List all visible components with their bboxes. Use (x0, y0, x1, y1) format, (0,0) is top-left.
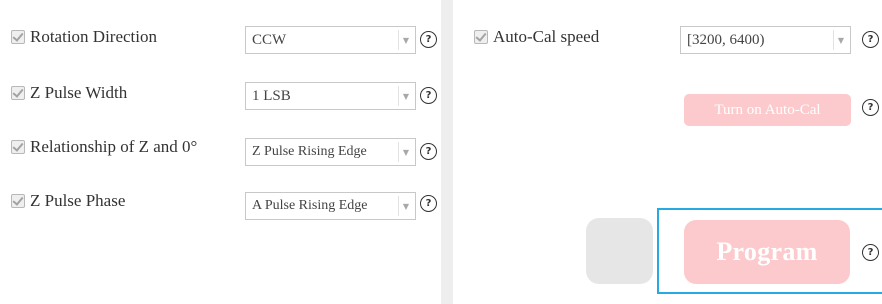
z-pulse-phase-select[interactable]: A Pulse Rising Edge ▼ (245, 192, 416, 220)
z-pulse-width-checkbox[interactable]: Z Pulse Width (11, 83, 127, 103)
rotation-direction-help-icon[interactable]: ? (420, 31, 437, 48)
caret-down-icon: ▼ (398, 196, 413, 216)
settings-panel: Rotation Direction CCW ▼ ? Z Pulse Width… (0, 0, 882, 304)
relationship-z-0-help-icon[interactable]: ? (420, 143, 437, 160)
blank-action-button[interactable] (586, 218, 653, 284)
program-help-icon[interactable]: ? (862, 244, 879, 261)
relationship-z-0-checkbox[interactable]: Relationship of Z and 0° (11, 137, 197, 157)
z-pulse-phase-label: Z Pulse Phase (30, 191, 126, 210)
z-pulse-width-help-icon[interactable]: ? (420, 87, 437, 104)
z-pulse-phase-checkbox[interactable]: Z Pulse Phase (11, 191, 125, 211)
rotation-direction-value: CCW (252, 31, 287, 48)
caret-down-icon: ▼ (398, 86, 413, 106)
rotation-direction-checkbox[interactable]: Rotation Direction (11, 27, 157, 47)
caret-down-icon: ▼ (398, 30, 413, 50)
autocal-speed-label: Auto-Cal speed (493, 27, 600, 46)
caret-down-icon: ▼ (398, 142, 413, 162)
checkbox-checked-icon[interactable] (11, 140, 25, 154)
autocal-speed-value: [3200, 6400) (687, 31, 765, 48)
relationship-z-0-label: Relationship of Z and 0° (30, 137, 198, 156)
column-divider (441, 0, 453, 304)
autocal-speed-select[interactable]: [3200, 6400) ▼ (680, 26, 851, 54)
z-pulse-width-select[interactable]: 1 LSB ▼ (245, 82, 416, 110)
rotation-direction-select[interactable]: CCW ▼ (245, 26, 416, 54)
checkbox-checked-icon[interactable] (11, 194, 25, 208)
z-pulse-width-label: Z Pulse Width (30, 83, 128, 102)
program-button[interactable]: Program (684, 220, 850, 284)
z-pulse-width-value: 1 LSB (252, 87, 291, 104)
autocal-speed-checkbox[interactable]: Auto-Cal speed (474, 27, 599, 47)
z-pulse-phase-value: A Pulse Rising Edge (252, 198, 368, 213)
relationship-z-0-select[interactable]: Z Pulse Rising Edge ▼ (245, 138, 416, 166)
caret-down-icon: ▼ (833, 30, 848, 50)
z-pulse-phase-help-icon[interactable]: ? (420, 195, 437, 212)
autocal-speed-help-icon[interactable]: ? (862, 31, 879, 48)
autocal-button-help-icon[interactable]: ? (862, 99, 879, 116)
checkbox-checked-icon[interactable] (11, 86, 25, 100)
relationship-z-0-value: Z Pulse Rising Edge (252, 144, 367, 159)
turn-on-autocal-button[interactable]: Turn on Auto-Cal (684, 94, 851, 126)
checkbox-checked-icon[interactable] (474, 30, 488, 44)
checkbox-checked-icon[interactable] (11, 30, 25, 44)
rotation-direction-label: Rotation Direction (30, 27, 158, 46)
